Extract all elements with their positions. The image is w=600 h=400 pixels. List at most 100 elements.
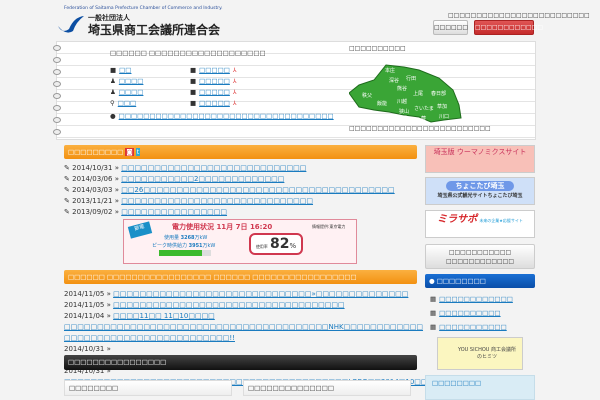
map-city-label[interactable]: 蕨 bbox=[421, 115, 426, 122]
sidebar-link[interactable]: □□□□□□□□□□□□ bbox=[439, 295, 513, 303]
item-link[interactable]: □□□□11□□ 11□10□□□□ □□□□□□□□□□□□□□□□□□□□□… bbox=[64, 312, 423, 342]
map-city-label[interactable]: 川越 bbox=[397, 98, 407, 105]
book-icon: ■ bbox=[190, 66, 197, 74]
blog-list: ✎ 2014/10/31 » □□□□□□□□□□□□□□□□□□□□□□□□□… bbox=[64, 163, 395, 218]
map-city-label[interactable]: 行田 bbox=[406, 75, 416, 82]
mascot-banner[interactable]: YOU SICHOU 商工会議所のヒミツ bbox=[437, 337, 523, 370]
grid-icon: ▦ bbox=[430, 309, 437, 317]
item-link[interactable]: □□□□□□□□□□□□□□□□□□□□□□□□□□□□ bbox=[121, 164, 306, 172]
womanomics-banner[interactable]: 埼玉版 ウーマノミクスサイト bbox=[425, 145, 535, 173]
map-city-label[interactable]: 川口 bbox=[439, 114, 449, 120]
location-icon: ● bbox=[110, 112, 116, 120]
person-icon: ♟ bbox=[110, 77, 116, 85]
sidebar-blue-header: ● □□□□□□□□ bbox=[425, 274, 535, 288]
book-icon: ■ bbox=[190, 77, 197, 85]
panel-right-header: □□□□□□□□□□□□□□ bbox=[243, 380, 411, 396]
item-date: 2014/11/05 bbox=[64, 301, 105, 309]
info-link[interactable]: □□□□ bbox=[119, 77, 144, 85]
chokotabi-title: ちょこたび埼玉 bbox=[446, 181, 514, 191]
map-title: □□□□□□□□□□ bbox=[349, 45, 406, 52]
tagline: □□□□□□□□□□□□□□□□□□□□□□□□□ bbox=[448, 12, 590, 19]
rss-icon[interactable]: ◙ bbox=[125, 148, 134, 156]
pdf-link[interactable]: □□□□□ bbox=[199, 66, 230, 74]
mirasapo-banner[interactable]: ミラサポ 未来の企業★応援サイト bbox=[425, 210, 535, 238]
info-link[interactable]: □□□ bbox=[118, 99, 136, 107]
rate-value: 82 bbox=[270, 236, 290, 252]
map-city-label[interactable]: 熊谷 bbox=[397, 85, 407, 92]
peak-value: 3951 bbox=[188, 243, 203, 249]
info-bottom-link[interactable]: □□□□□□□□□□□□□□□□□□□□□□□□□□□□□□□□□□□ bbox=[119, 112, 334, 120]
map-pin-icon: ⚲ bbox=[110, 99, 115, 107]
panel-left-header: □□□□□□□□ bbox=[64, 380, 232, 396]
mirasapo-subtitle: 未来の企業★応援サイト bbox=[479, 218, 523, 223]
book-icon: ■ bbox=[110, 66, 117, 74]
person-icon: ♟ bbox=[110, 88, 116, 96]
list-item: ✎ 2013/11/21 » □□□□□□□□□□□□□□□□□□□□□□□□□… bbox=[64, 197, 314, 205]
map-city-label[interactable]: 飯能 bbox=[377, 100, 387, 107]
peak-unit: 万kW bbox=[202, 243, 216, 249]
org-name[interactable]: 埼玉県商工会議所連合会 bbox=[88, 21, 220, 38]
sidebar-box-title: □□□□□□□□ bbox=[432, 379, 482, 387]
grid-icon: ▦ bbox=[430, 295, 437, 303]
pencil-icon: ✎ bbox=[64, 197, 70, 205]
pdf-icon: ⅄ bbox=[232, 99, 237, 107]
rate-label: 使用率 bbox=[255, 244, 268, 249]
sidebar-link[interactable]: □□□□□□□□□□ bbox=[439, 309, 500, 317]
pdf-link[interactable]: □□□□□ bbox=[199, 77, 230, 85]
item-date: 2014/10/31 bbox=[72, 164, 113, 172]
header-red-button[interactable]: □□□□□□□□□□□□ bbox=[474, 20, 543, 35]
map-city-label[interactable]: 秩父 bbox=[362, 92, 372, 99]
sidebar-link[interactable]: □□□□□□□□□□□ bbox=[439, 323, 507, 331]
pdf-icon: ⅄ bbox=[232, 88, 237, 96]
sidebar-grey-button[interactable]: □□□□□□□□□□□ □□□□□□□□□□□□ bbox=[425, 244, 535, 269]
logo-icon[interactable] bbox=[56, 12, 86, 34]
item-date: 2013/11/21 bbox=[72, 197, 113, 205]
map-city-label[interactable]: 狭山 bbox=[399, 108, 409, 115]
item-link[interactable]: □□□□□□□□□□□□□□□□□□□□□□□□□□□□□ bbox=[121, 197, 313, 205]
section-dark-header: □□□□□□□□□□□□□□□□ bbox=[64, 355, 417, 370]
news-header: □□□□□□ □□□□□□□□□□□□□□□□□ □□□□□□ □□□□□□□□… bbox=[64, 270, 417, 284]
map-city-label[interactable]: 本庄 bbox=[385, 67, 395, 74]
item-date: 2014/03/03 bbox=[72, 186, 113, 194]
twitter-icon[interactable]: t bbox=[135, 148, 141, 156]
header-button[interactable]: □□□□□□ bbox=[433, 20, 468, 35]
item-link[interactable]: □□□□□□□□□□□□□□□□□□□□□□□□□□□□□□»□□□□□□□□□… bbox=[113, 290, 408, 298]
saitama-map[interactable]: 本庄深谷 行田熊谷秩父 上尾 春日部川越 飯能狭山 さいたま 草加所沢 蕨 川口 bbox=[349, 60, 467, 124]
pdf-link[interactable]: □□□□□ bbox=[199, 88, 230, 96]
list-item: 2014/11/05 » □□□□□□□□□□□□□□□□□□□□□□□□□□□… bbox=[64, 290, 409, 298]
power-month: 11 bbox=[216, 223, 227, 231]
question-icon: ● bbox=[429, 277, 435, 285]
item-link[interactable]: □□□□□□□□□□□□□□□□□□□□□□□□□□□□□□□□□□□ bbox=[113, 301, 344, 309]
item-link[interactable]: □□□□□□□□□□□2□□□□□□□□□□□□□ bbox=[121, 175, 284, 183]
usage-unit: 万kW bbox=[194, 235, 208, 241]
item-date: 2014/11/05 bbox=[64, 290, 105, 298]
intro-text: □□□□□□ □□□□□□□□□□□□□□□□□□□ bbox=[110, 49, 266, 57]
item-date: 2014/11/04 bbox=[64, 312, 105, 320]
item-link[interactable]: □□26□□□□□□□□□□□□□□□□□□□□□□□□□□□□□□□□□□□□… bbox=[121, 186, 394, 194]
chokotabi-banner[interactable]: ちょこたび埼玉 埼玉県公式観光サイトちょこたび埼玉 bbox=[425, 177, 535, 205]
list-item: 2014/11/05 » □□□□□□□□□□□□□□□□□□□□□□□□□□□… bbox=[64, 301, 345, 309]
power-source: 情報提供:東京電力 bbox=[312, 224, 346, 229]
news-list: 2014/11/05 » □□□□□□□□□□□□□□□□□□□□□□□□□□□… bbox=[64, 289, 441, 388]
info-link[interactable]: □□ bbox=[119, 66, 131, 74]
list-item: ✎ 2014/03/06 » □□□□□□□□□□□2□□□□□□□□□□□□□ bbox=[64, 175, 285, 183]
button-line: □□□□□□□□□□□ bbox=[448, 249, 512, 256]
map-city-label[interactable]: 草加 bbox=[437, 103, 447, 110]
map-city-label[interactable]: 所沢 bbox=[397, 115, 407, 122]
info-link[interactable]: □□□□ bbox=[119, 88, 144, 96]
rate-percent: % bbox=[289, 242, 297, 250]
usage-value: 3268 bbox=[180, 235, 195, 241]
pencil-icon: ✎ bbox=[64, 164, 70, 172]
pdf-icon: ⅄ bbox=[232, 77, 237, 85]
map-city-label[interactable]: 深谷 bbox=[389, 77, 399, 84]
map-city-label[interactable]: さいたま bbox=[414, 105, 434, 112]
map-city-label[interactable]: 春日部 bbox=[431, 90, 446, 97]
power-time: 16:20 bbox=[249, 223, 273, 231]
power-usage-banner[interactable]: 節電 電力使用状況 11月 7日 16:20 情報提供:東京電力 使用量 326… bbox=[123, 219, 357, 264]
book-icon: ■ bbox=[190, 99, 197, 107]
usage-bar bbox=[159, 250, 202, 256]
sidebar-box: □□□□□□□□ bbox=[425, 375, 535, 400]
item-link[interactable]: □□□□□□□□□□□□□□□□ bbox=[121, 208, 227, 216]
pdf-link[interactable]: □□□□□ bbox=[199, 99, 230, 107]
map-city-label[interactable]: 上尾 bbox=[413, 90, 423, 97]
